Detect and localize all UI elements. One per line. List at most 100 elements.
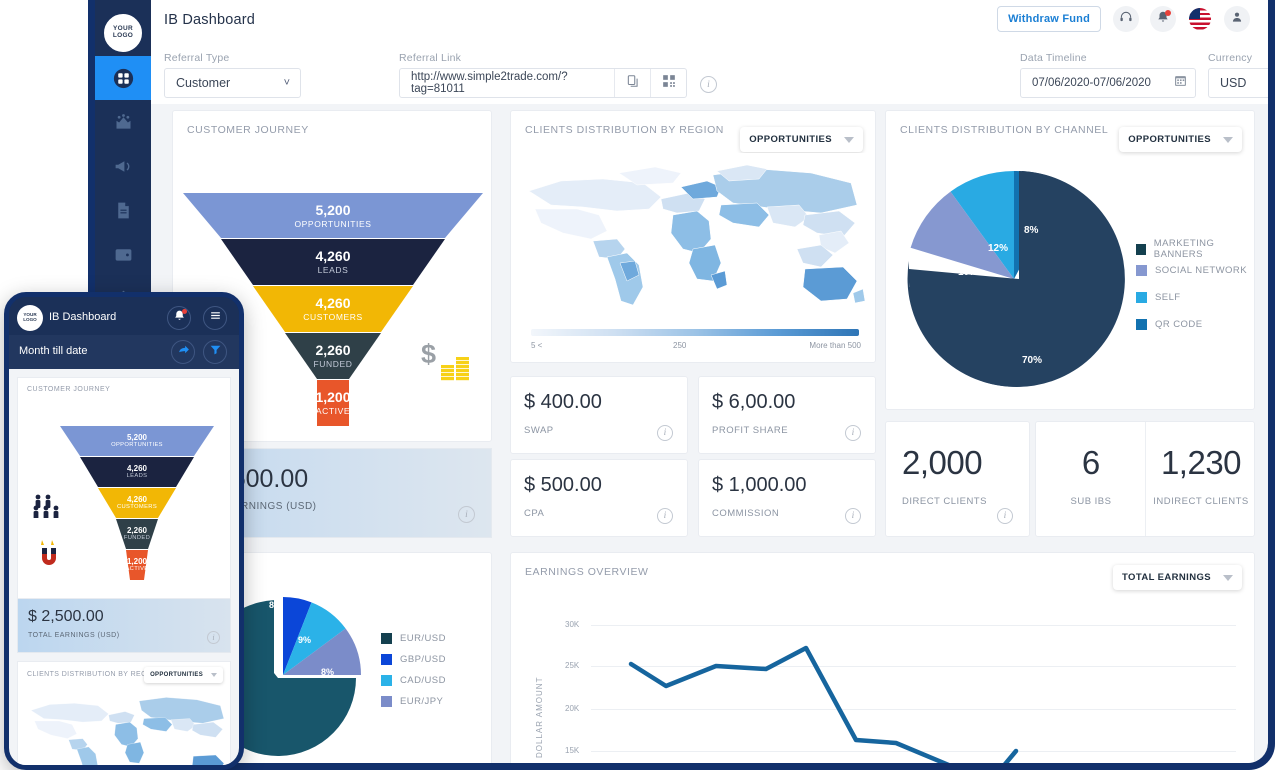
funnel-label: ACTIVE	[315, 405, 351, 416]
direct-clients-value: 2,000	[902, 444, 983, 481]
channel-legend-item: SOCIAL NETWORK	[1136, 265, 1247, 276]
megaphone-icon	[113, 156, 134, 177]
stat-label: CPA	[524, 508, 545, 519]
people-icon	[32, 494, 62, 523]
symbol-legend-item: EUR/USD	[381, 633, 446, 644]
legend-label: EUR/USD	[400, 633, 446, 644]
symbol-legend-item: EUR/JPY	[381, 696, 443, 707]
sub-ibs-value: 6	[1081, 444, 1101, 481]
region-selector[interactable]: OPPORTUNITIES	[740, 127, 863, 152]
mobile-earnings-value: $ 2,500.00	[28, 608, 104, 625]
stat-label: COMMISSION	[712, 508, 780, 519]
stat-value: $ 500.00	[524, 474, 602, 496]
map-scale-mid: 250	[673, 341, 687, 350]
logo-line-2: LOGO	[23, 317, 37, 322]
legend-swatch	[381, 633, 392, 644]
funnel-label: FUNDED	[123, 535, 151, 542]
earnings-selector-value: TOTAL EARNINGS	[1122, 572, 1211, 583]
sidebar-item-dashboard[interactable]	[95, 56, 151, 100]
notifications-button[interactable]	[1150, 6, 1176, 32]
currency-select[interactable]: USD ˅	[1208, 68, 1268, 98]
funnel-value: 2,260	[315, 342, 351, 359]
headset-icon	[1119, 10, 1133, 29]
stat-card-commission: $ 1,000.00 COMMISSION i	[698, 459, 876, 537]
customer-journey-title: CUSTOMER JOURNEY	[187, 124, 309, 136]
funnel-value: 1,200	[126, 556, 148, 566]
support-button[interactable]	[1113, 6, 1139, 32]
grid-icon	[113, 68, 134, 89]
symbol-legend-item: CAD/USD	[381, 675, 446, 686]
direct-clients-info-icon[interactable]: i	[997, 508, 1013, 524]
mobile-filter-button[interactable]	[203, 340, 227, 364]
mobile-region-card: CLIENTS DISTRIBUTION BY REGION OPPORTUNI…	[17, 661, 231, 765]
referral-link-info-icon[interactable]: i	[700, 76, 717, 93]
referral-link-value: http://www.simple2trade.com/?tag=81011	[411, 71, 568, 95]
mobile-preview: YOUR LOGO IB Dashboard Month till date C…	[4, 292, 244, 770]
indirect-clients-label: INDIRECT CLIENTS	[1153, 496, 1249, 507]
mobile-region-selector[interactable]: OPPORTUNITIES	[144, 667, 223, 683]
mobile-funnel-stage: 5,200 OPPORTUNITIES	[80, 426, 194, 456]
funnel-value: 4,260	[315, 248, 351, 265]
legend-label: SOCIAL NETWORK	[1155, 265, 1247, 276]
clients-breakdown-card: 6 SUB IBS 1,230 INDIRECT CLIENTS	[1035, 421, 1255, 537]
chevron-down-icon: ˅	[283, 77, 290, 89]
legend-label: QR CODE	[1155, 319, 1203, 330]
withdraw-fund-button[interactable]: Withdraw Fund	[997, 6, 1101, 32]
svg-text:12%: 12%	[988, 243, 1008, 254]
map-scale-min: 5 <	[531, 341, 543, 350]
filter-triangle-icon	[1223, 136, 1233, 143]
funnel-label: OPPORTUNITIES	[111, 442, 163, 449]
total-earnings-info-icon[interactable]: i	[458, 506, 475, 523]
stat-value: $ 1,000.00	[712, 474, 807, 496]
page-title: IB Dashboard	[164, 12, 256, 28]
stat-card-swap: $ 400.00 SWAP i	[510, 376, 688, 454]
sidebar-item-marketing[interactable]	[95, 144, 151, 188]
earnings-line-chart	[628, 645, 1019, 763]
symbol-legend-item: GBP/USD	[381, 654, 446, 665]
mobile-earnings-info-icon[interactable]: i	[207, 631, 220, 644]
mobile-subbar: Month till date	[9, 335, 239, 369]
logo-line-2: LOGO	[112, 32, 134, 39]
channel-title: CLIENTS DISTRIBUTION BY CHANNEL	[900, 124, 1109, 136]
sidebar-item-wallet[interactable]	[95, 232, 151, 276]
mobile-funnel-stage: 4,260 LEADS	[80, 457, 194, 487]
cpa-info-icon[interactable]: i	[657, 508, 673, 524]
language-button[interactable]	[1187, 6, 1213, 32]
mobile-world-map	[30, 697, 225, 765]
mobile-region-selector-value: OPPORTUNITIES	[150, 672, 203, 678]
data-timeline-field[interactable]: 07/06/2020-07/06/2020	[1020, 68, 1196, 98]
channel-pie-chart: 8% 12% 10% 70%	[907, 170, 1125, 387]
swap-info-icon[interactable]: i	[657, 425, 673, 441]
user-icon	[1230, 10, 1244, 29]
referral-link-field[interactable]: http://www.simple2trade.com/?tag=81011	[399, 68, 687, 98]
copy-link-button[interactable]	[614, 69, 650, 97]
screenshot-root: YOUR LOGO IB Dashboard Withdraw Fund Ref…	[0, 0, 1275, 770]
currency-value: USD	[1220, 76, 1247, 90]
svg-text:70%: 70%	[1022, 355, 1042, 366]
map-color-scale	[531, 329, 859, 336]
map-scale-max: More than 500	[809, 341, 861, 350]
mobile-notifications-button[interactable]	[167, 306, 191, 330]
sidebar-item-rewards[interactable]	[95, 100, 151, 144]
currency-label: Currency	[1208, 52, 1253, 64]
funnel-label: CUSTOMERS	[303, 311, 363, 322]
referral-type-select[interactable]: Customer ˅	[164, 68, 301, 98]
filter-triangle-icon	[211, 673, 217, 677]
qr-code-button[interactable]	[650, 69, 686, 97]
earnings-selector[interactable]: TOTAL EARNINGS	[1113, 565, 1242, 590]
profit-share-info-icon[interactable]: i	[845, 425, 861, 441]
profile-button[interactable]	[1224, 6, 1250, 32]
filter-icon	[209, 343, 222, 361]
commission-info-icon[interactable]: i	[845, 508, 861, 524]
legend-swatch	[381, 675, 392, 686]
sidebar-item-reports[interactable]	[95, 188, 151, 232]
sidebar-logo: YOUR LOGO	[102, 12, 144, 54]
notification-badge	[1165, 10, 1171, 16]
mobile-share-button[interactable]	[171, 340, 195, 364]
funnel-value: 4,260	[315, 295, 351, 312]
mobile-menu-button[interactable]	[203, 306, 227, 330]
funnel-stage-customers: 4,260 CUSTOMERS	[250, 286, 416, 331]
stat-value: $ 6,00.00	[712, 391, 796, 413]
data-timeline-value: 07/06/2020-07/06/2020	[1032, 77, 1151, 89]
channel-selector[interactable]: OPPORTUNITIES	[1119, 127, 1242, 152]
